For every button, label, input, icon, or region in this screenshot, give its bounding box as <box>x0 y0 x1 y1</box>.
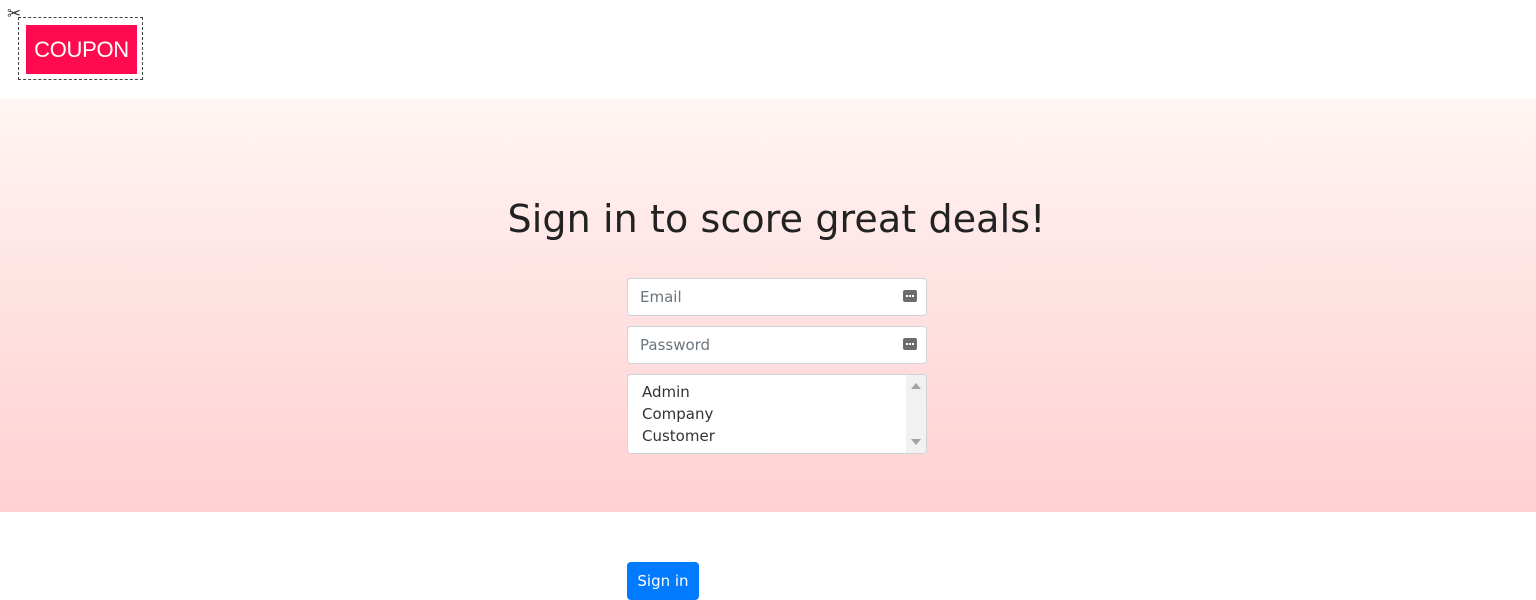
role-option-company[interactable]: Company <box>642 403 713 425</box>
header-bar: ✂ COUPON <box>0 0 1536 98</box>
role-option-customer[interactable]: Customer <box>642 425 715 447</box>
coupon-logo[interactable]: COUPON <box>26 25 137 74</box>
sign-in-button[interactable]: Sign in <box>627 562 699 600</box>
role-option-admin[interactable]: Admin <box>642 381 690 403</box>
autofill-key-icon[interactable] <box>903 338 917 350</box>
email-field-wrapper <box>627 278 927 316</box>
sign-in-form: Admin Company Customer Sign in <box>627 278 927 600</box>
password-input[interactable] <box>628 327 902 363</box>
scroll-down-arrow-icon[interactable] <box>911 439 921 445</box>
role-select[interactable]: Admin Company Customer <box>627 374 927 454</box>
autofill-key-icon[interactable] <box>903 290 917 302</box>
password-field-wrapper <box>627 326 927 364</box>
listbox-scrollbar[interactable] <box>906 375 926 453</box>
page-title: Sign in to score great deals! <box>507 197 1046 241</box>
sign-in-section: Sign in to score great deals! Admin Comp… <box>0 98 1536 600</box>
scroll-up-arrow-icon[interactable] <box>911 383 921 389</box>
email-input[interactable] <box>628 279 902 315</box>
